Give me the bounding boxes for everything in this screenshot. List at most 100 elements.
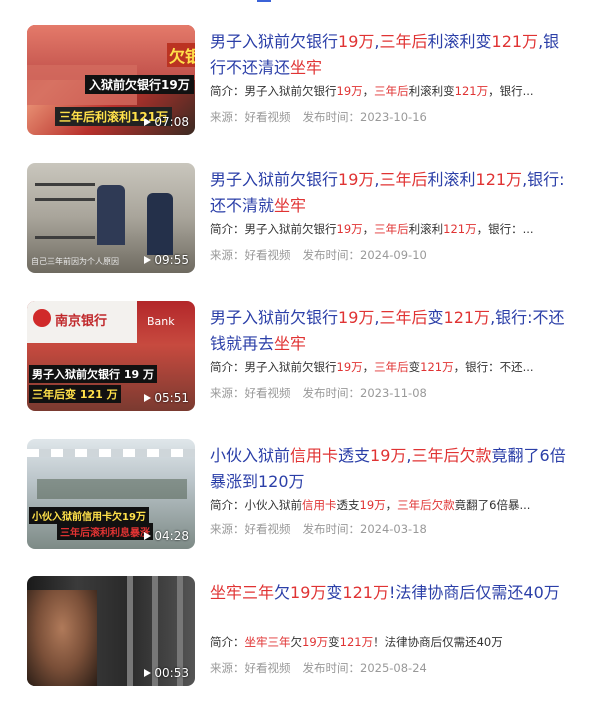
duration-text: 07:08 xyxy=(154,115,189,129)
highlighted-keyword: 19万 xyxy=(338,170,375,189)
video-thumbnail[interactable]: 小伙入狱前信用卡欠19万 三年后滚利利息暴涨 04:28 xyxy=(27,439,195,549)
highlighted-keyword: 三年后欠款 xyxy=(411,446,492,465)
text-segment: 小伙入狱前 xyxy=(210,446,291,465)
text-segment: 利滚利 xyxy=(408,222,444,236)
text-segment: 简介：小伙入狱前 xyxy=(210,498,302,512)
thumb-overlay-line-2: 三年后变 121 万 xyxy=(29,385,121,403)
highlighted-keyword: 121万 xyxy=(491,32,539,51)
thumb-overlay-line-1: 男子入狱前欠银行 19 万 xyxy=(29,365,157,383)
text-segment: ，银行：不还... xyxy=(453,360,534,374)
text-segment: ， xyxy=(385,498,398,512)
duration-badge: 07:08 xyxy=(144,115,189,129)
video-title-link[interactable]: 男子入狱前欠银行19万,三年后利滚利变121万,银行不还清还坐牢 xyxy=(210,29,570,81)
thumb-overlay-line-1: 入狱前欠银行19万 xyxy=(85,75,194,94)
text-segment: 利滚利变 xyxy=(408,84,455,98)
video-meta: 来源：好看视频 发布时间：2024-09-10 xyxy=(210,247,560,263)
highlighted-keyword: 19万 xyxy=(336,222,363,236)
video-result-item[interactable]: 南京银行 Bank 男子入狱前欠银行 19 万 三年后变 121 万 05:51… xyxy=(0,301,601,413)
highlighted-keyword: 三年后 xyxy=(379,32,428,51)
text-segment: 男子入狱前欠银行 xyxy=(210,32,339,51)
text-segment: 欠 xyxy=(274,583,291,602)
highlighted-keyword: 121万 xyxy=(339,635,374,649)
highlighted-keyword: 19万 xyxy=(359,498,386,512)
text-segment: 变 xyxy=(328,635,340,649)
text-segment: 透支 xyxy=(336,498,360,512)
highlighted-keyword: 三年后 xyxy=(374,84,409,98)
thumb-corner-text: 欠银 xyxy=(167,43,195,67)
text-segment: 变 xyxy=(326,583,343,602)
duration-badge: 00:53 xyxy=(144,666,189,680)
highlighted-keyword: 121万 xyxy=(342,583,389,602)
video-title-link[interactable]: 坐牢三年欠19万变121万!法律协商后仅需还40万 xyxy=(210,580,570,606)
play-icon xyxy=(144,118,152,126)
video-thumbnail[interactable]: 欠银 入狱前欠银行19万 三年后利滚利121万 07:08 xyxy=(27,25,195,135)
source-text: 来源：好看视频 xyxy=(210,386,291,400)
video-title-link[interactable]: 男子入狱前欠银行19万,三年后变121万,银行:不还钱就再去坐牢 xyxy=(210,305,570,357)
highlighted-keyword: 19万 xyxy=(370,446,407,465)
play-icon xyxy=(144,669,152,677)
text-segment: ，银行：... xyxy=(476,222,534,236)
highlighted-keyword: 坐牢 xyxy=(290,58,323,77)
duration-badge: 09:55 xyxy=(144,253,189,267)
video-title-link[interactable]: 小伙入狱前信用卡透支19万,三年后欠款竟翻了6倍暴涨到120万 xyxy=(210,443,570,495)
thumb-overlay-line-1: 小伙入狱前信用卡欠19万 xyxy=(29,507,149,524)
video-meta: 来源：好看视频 发布时间：2024-03-18 xyxy=(210,521,560,537)
source-text: 来源：好看视频 xyxy=(210,248,291,262)
highlighted-keyword: 19万 xyxy=(336,84,363,98)
video-result-item[interactable]: 小伙入狱前信用卡欠19万 三年后滚利利息暴涨 04:28 小伙入狱前信用卡透支1… xyxy=(0,439,601,551)
highlighted-keyword: 坐牢三年 xyxy=(244,635,291,649)
thumb-overlay-line-2: 三年后滚利利息暴涨 xyxy=(57,523,153,540)
text-segment: 变 xyxy=(408,360,421,374)
highlighted-keyword: 19万 xyxy=(336,360,363,374)
highlighted-keyword: 三年后 xyxy=(379,308,428,327)
video-meta: 来源：好看视频 发布时间：2023-10-16 xyxy=(210,109,560,125)
highlighted-keyword: 三年后 xyxy=(374,360,409,374)
duration-badge: 05:51 xyxy=(144,391,189,405)
text-segment: 利滚利 xyxy=(427,170,476,189)
publish-date: 发布时间：2024-03-18 xyxy=(302,522,427,536)
video-thumbnail[interactable]: 南京银行 Bank 男子入狱前欠银行 19 万 三年后变 121 万 05:51 xyxy=(27,301,195,411)
text-segment: 简介：男子入狱前欠银行 xyxy=(210,360,337,374)
text-segment: ， xyxy=(362,360,375,374)
duration-text: 05:51 xyxy=(154,391,189,405)
publish-date: 发布时间：2023-10-16 xyxy=(302,110,427,124)
video-title-link[interactable]: 男子入狱前欠银行19万,三年后利滚利121万,银行:还不清就坐牢 xyxy=(210,167,570,219)
duration-text: 00:53 xyxy=(154,666,189,680)
text-segment: 竟翻了6倍暴... xyxy=(454,498,531,512)
video-summary: 简介：坐牢三年欠19万变121万！法律协商后仅需还40万 xyxy=(210,634,560,650)
video-meta: 来源：好看视频 发布时间：2025-08-24 xyxy=(210,660,560,676)
duration-text: 09:55 xyxy=(154,253,189,267)
publish-date: 发布时间：2025-08-24 xyxy=(302,661,427,675)
video-summary: 简介：男子入狱前欠银行19万，三年后利滚利变121万，银行... xyxy=(210,83,560,99)
text-segment: 男子入狱前欠银行 xyxy=(210,170,339,189)
highlighted-keyword: 三年后欠款 xyxy=(397,498,455,512)
highlighted-keyword: 121万 xyxy=(443,308,491,327)
text-segment: ，银行... xyxy=(488,84,534,98)
duration-text: 04:28 xyxy=(154,529,189,543)
video-result-item[interactable]: 欠银 入狱前欠银行19万 三年后利滚利121万 07:08 男子入狱前欠银行19… xyxy=(0,25,601,137)
text-segment: 简介：男子入狱前欠银行 xyxy=(210,222,337,236)
source-text: 来源：好看视频 xyxy=(210,522,291,536)
duration-badge: 04:28 xyxy=(144,529,189,543)
text-segment: !法律协商后仅需还40万 xyxy=(388,583,560,602)
play-icon xyxy=(144,394,152,402)
highlighted-keyword: 121万 xyxy=(475,170,523,189)
highlighted-keyword: 19万 xyxy=(338,32,375,51)
text-segment: 简介：男子入狱前欠银行 xyxy=(210,84,337,98)
video-thumbnail[interactable]: 自己三年前因为个人原因 09:55 xyxy=(27,163,195,273)
play-icon xyxy=(144,532,152,540)
text-segment: 变 xyxy=(427,308,444,327)
highlighted-keyword: 19万 xyxy=(302,635,329,649)
source-text: 来源：好看视频 xyxy=(210,110,291,124)
video-result-item[interactable]: 自己三年前因为个人原因 09:55 男子入狱前欠银行19万,三年后利滚利121万… xyxy=(0,163,601,275)
highlighted-keyword: 121万 xyxy=(443,222,477,236)
video-meta: 来源：好看视频 发布时间：2023-11-08 xyxy=(210,385,560,401)
video-summary: 简介：男子入狱前欠银行19万，三年后利滚利121万，银行：... xyxy=(210,221,560,237)
video-summary: 简介：男子入狱前欠银行19万，三年后变121万，银行：不还... xyxy=(210,359,560,375)
text-segment: 男子入狱前欠银行 xyxy=(210,308,339,327)
highlighted-keyword: 坐牢三年 xyxy=(210,583,275,602)
video-thumbnail[interactable]: 00:53 xyxy=(27,576,195,686)
highlighted-keyword: 121万 xyxy=(454,84,489,98)
video-result-item[interactable]: 00:53 坐牢三年欠19万变121万!法律协商后仅需还40万 简介：坐牢三年欠… xyxy=(0,576,601,688)
active-tab-indicator xyxy=(257,0,271,2)
